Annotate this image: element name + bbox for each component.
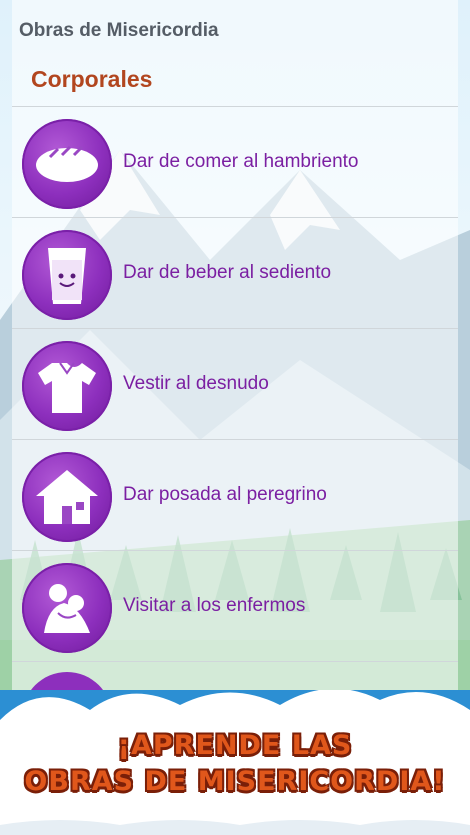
item-icon-circle: [22, 119, 112, 209]
item-label: Dar de beber al sediento: [123, 262, 332, 283]
item-icon-circle: [22, 452, 112, 542]
promo-banner: [0, 690, 470, 835]
item-icon-circle: [22, 341, 112, 431]
item-label: Vestir al desnudo: [123, 373, 269, 394]
list-item-shelter-pilgrim[interactable]: Dar posada al peregrino: [12, 440, 458, 550]
divider: [12, 661, 458, 662]
visiting-sick-icon: [44, 584, 90, 633]
bread-icon: [36, 145, 98, 182]
water-glass-icon: [48, 248, 86, 304]
item-icon-circle: [22, 230, 112, 320]
item-label: Dar posada al peregrino: [123, 484, 327, 505]
house-icon: [36, 470, 98, 524]
banner-headline-line1: ¡APRENDE LAS: [117, 730, 353, 761]
cloud-shape: [0, 690, 470, 835]
banner-headline-line2: OBRAS DE MISERICORDIA!: [24, 766, 446, 797]
app-title: Obras de Misericordia: [19, 20, 219, 41]
list-item-give-drink[interactable]: Dar de beber al sediento: [12, 218, 458, 328]
list-item-visit-sick[interactable]: Visitar a los enfermos: [12, 551, 458, 661]
shirt-icon: [38, 362, 96, 413]
list-item-feed-hungry[interactable]: Dar de comer al hambriento: [12, 107, 458, 217]
item-icon-circle: [22, 563, 112, 653]
section-title: Corporales: [31, 66, 153, 92]
item-label: Dar de comer al hambriento: [123, 151, 359, 172]
next-item-peek: [22, 672, 112, 690]
list-item-clothe-naked[interactable]: Vestir al desnudo: [12, 329, 458, 439]
item-label: Visitar a los enfermos: [123, 595, 306, 616]
